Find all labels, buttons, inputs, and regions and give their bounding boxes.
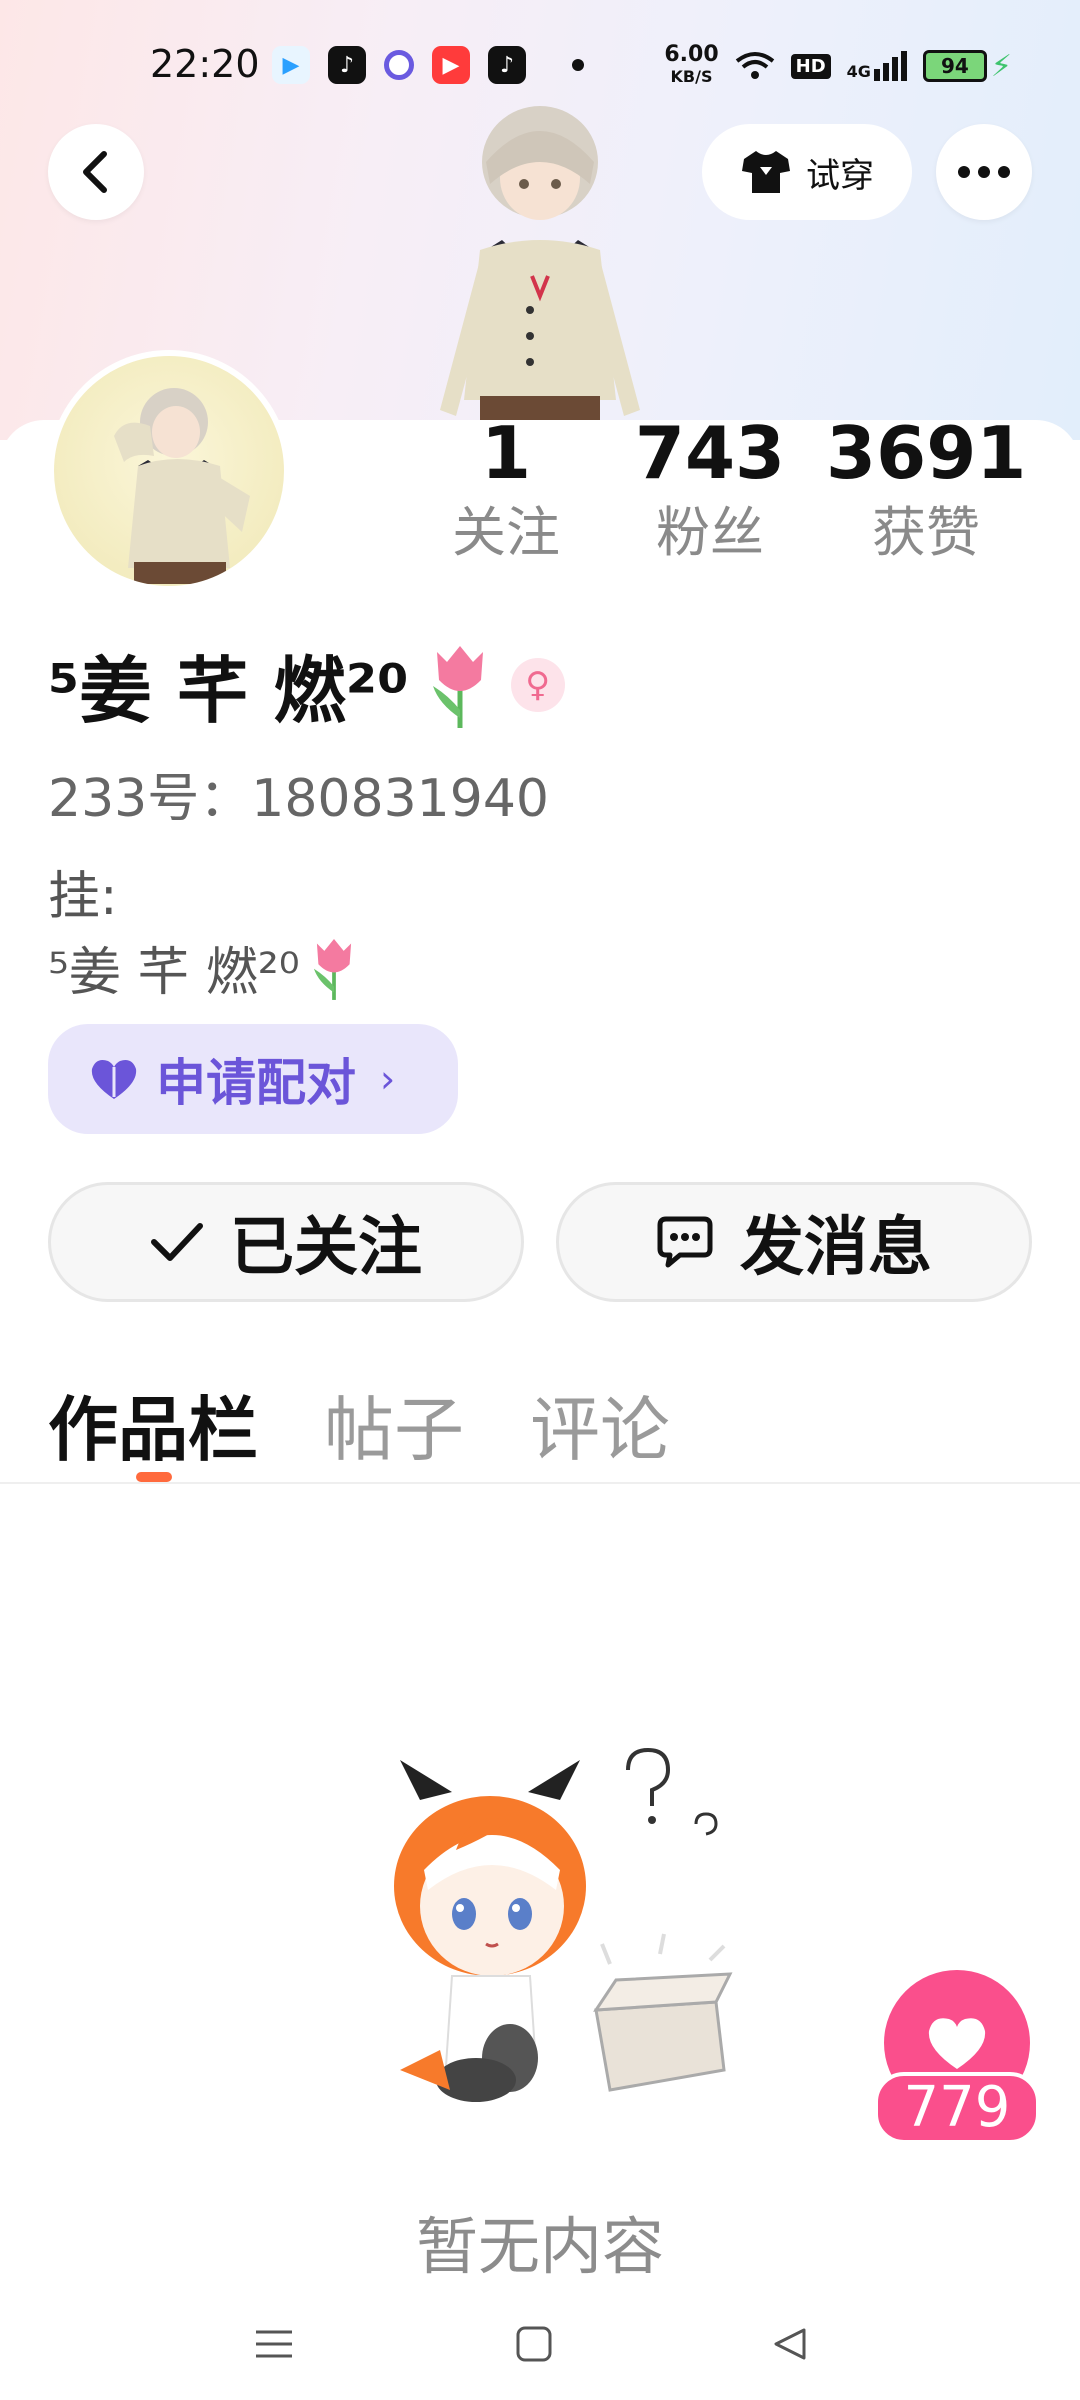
- chevron-right-icon: ›: [380, 1057, 396, 1101]
- hang-label: 挂:: [48, 867, 118, 927]
- hang-value-text: ⁵姜 芊 燃²⁰: [48, 943, 300, 1003]
- female-gender-icon: ♀: [510, 657, 565, 712]
- status-right: 6.00 KB/S HD 4G 94 ⚡: [664, 44, 1012, 88]
- following-label: 已关注: [230, 1211, 422, 1285]
- tulip-icon: [432, 645, 483, 728]
- checkmark-icon: [151, 1223, 203, 1261]
- try-on-label: 试穿: [806, 155, 874, 196]
- more-notifications-dot-icon: [572, 59, 584, 71]
- following-button[interactable]: 已关注: [48, 1182, 524, 1302]
- net-speed-value: 6.00: [664, 42, 719, 67]
- menu-icon[interactable]: [254, 2324, 294, 2364]
- hang-value: ⁵姜 芊 燃²⁰: [48, 930, 360, 1005]
- chat-bubble-icon: [657, 1216, 713, 1268]
- home-square-icon[interactable]: [514, 2324, 554, 2364]
- system-navigation-bar: [0, 2300, 1080, 2400]
- back-triangle-icon[interactable]: [770, 2324, 810, 2364]
- user-id: 233号：180831940: [48, 769, 550, 829]
- battery-level: 94: [922, 50, 987, 82]
- stat-followers[interactable]: 743 粉丝: [610, 408, 810, 568]
- stat-likes[interactable]: 3691 获赞: [826, 408, 1026, 568]
- more-dots-icon: [958, 166, 1010, 178]
- profile-stats: 1 关注 743 粉丝 3691 获赞: [430, 408, 1050, 588]
- net-speed: 6.00 KB/S: [664, 44, 718, 88]
- tab-works[interactable]: 作品栏: [48, 1374, 258, 1475]
- tab-posts[interactable]: 帖子: [324, 1374, 464, 1475]
- heart-icon: [928, 2018, 986, 2069]
- banner-character-image: [440, 106, 640, 422]
- signal-type: 4G: [846, 62, 871, 81]
- empty-state-text: 暂无内容: [415, 2210, 664, 2283]
- tshirt-icon: [742, 151, 790, 193]
- stat-following-count: 1: [480, 411, 532, 495]
- tiktok-app-icon-2: ♪: [488, 46, 526, 84]
- more-options-button[interactable]: [936, 124, 1032, 220]
- avatar-character-image: [114, 388, 250, 584]
- net-speed-unit: KB/S: [670, 67, 713, 86]
- stat-following-label: 关注: [452, 501, 560, 564]
- stat-followers-label: 粉丝: [656, 501, 764, 564]
- like-count: 779: [874, 2072, 1040, 2144]
- status-time: 22:20: [150, 42, 260, 86]
- battery-icon: 94 ⚡: [922, 48, 1012, 84]
- video-app-icon: ▶: [272, 46, 310, 84]
- try-on-button[interactable]: 试穿: [702, 124, 912, 220]
- like-button[interactable]: 779: [874, 1970, 1040, 2150]
- back-button[interactable]: [48, 124, 144, 220]
- empty-state-illustration: [394, 1747, 733, 2102]
- wifi-icon: [735, 52, 774, 79]
- request-pair-button[interactable]: 申请配对 ›: [48, 1024, 458, 1134]
- notification-icons: ▶ ♪ ▶ ♪: [272, 46, 584, 84]
- tab-comments[interactable]: 评论: [530, 1374, 670, 1475]
- stat-following[interactable]: 1 关注: [406, 408, 606, 568]
- hd-icon: HD: [790, 53, 831, 79]
- stat-likes-label: 获赞: [872, 501, 980, 564]
- circle-app-icon: [384, 50, 414, 80]
- avatar[interactable]: [48, 350, 290, 592]
- chevron-left-icon: [83, 151, 107, 193]
- profile-name-row: ⁵姜 芊 燃²⁰ ♀: [48, 632, 565, 737]
- tiktok-app-icon: ♪: [328, 46, 366, 84]
- profile-name: ⁵姜 芊 燃²⁰: [48, 649, 409, 733]
- tulip-small-icon: [313, 938, 351, 1000]
- content-tabs: 作品栏 帖子 评论: [48, 1374, 670, 1475]
- signal-icon: 4G: [847, 51, 907, 81]
- charging-icon: ⚡: [990, 48, 1012, 84]
- tabs-divider: [0, 1482, 1080, 1484]
- stat-likes-count: 3691: [826, 411, 1027, 495]
- active-tab-indicator: [136, 1472, 172, 1482]
- player-app-icon: ▶: [432, 46, 470, 84]
- stat-followers-count: 743: [634, 411, 786, 495]
- send-message-button[interactable]: 发消息: [556, 1182, 1032, 1302]
- send-message-label: 发消息: [740, 1211, 932, 1285]
- request-pair-label: 申请配对: [156, 1054, 356, 1112]
- heart-pair-icon: [91, 1060, 137, 1099]
